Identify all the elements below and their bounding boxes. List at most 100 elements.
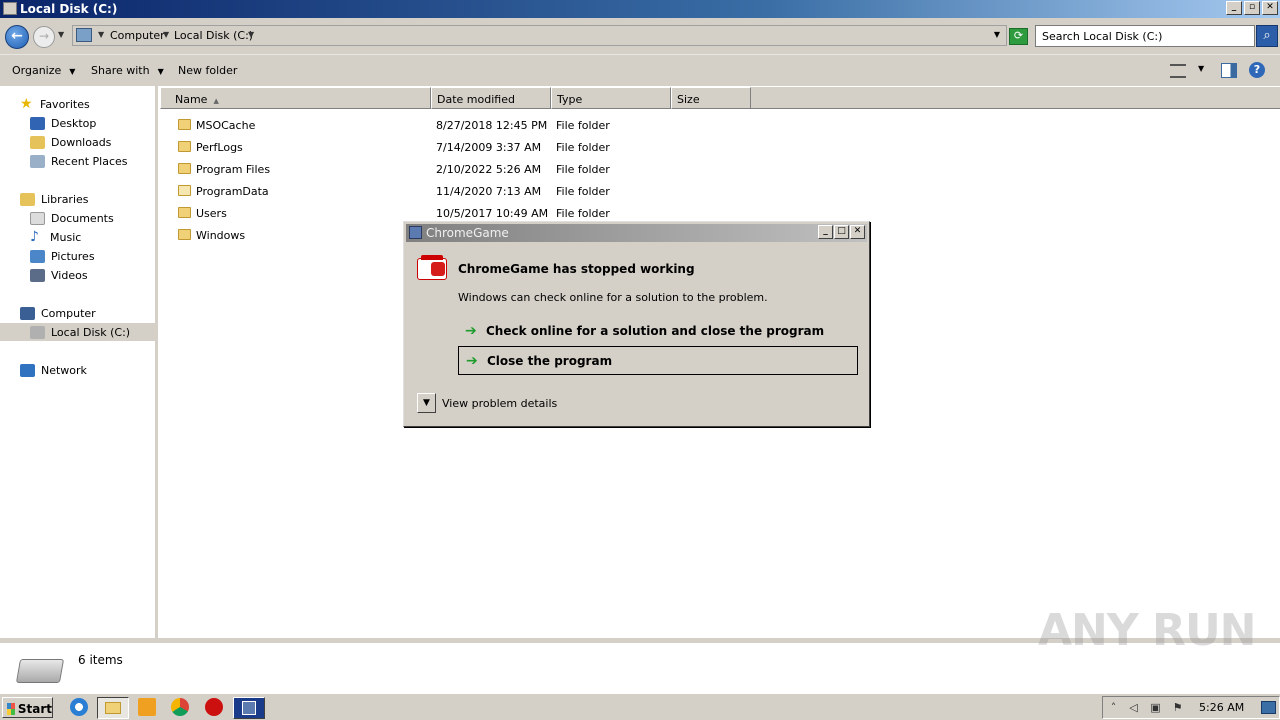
file-date: 10/5/2017 10:49 AM — [436, 207, 549, 220]
breadcrumb-computer[interactable]: Computer — [110, 29, 165, 42]
nav-videos[interactable]: Videos — [30, 266, 88, 284]
folder-icon — [178, 229, 191, 240]
file-name: PerfLogs — [196, 141, 243, 154]
error-dialog: ChromeGame _ □ ✕ ChromeGame has stopped … — [403, 221, 870, 427]
column-header-type[interactable]: Type — [551, 87, 671, 109]
start-button[interactable]: Start — [2, 697, 53, 718]
nav-network[interactable]: Network — [20, 361, 87, 379]
table-row[interactable]: ProgramData 11/4/2020 7:13 AM File folde… — [160, 181, 1280, 203]
chromegame-taskbar-button[interactable] — [233, 697, 265, 719]
view-details-label[interactable]: View problem details — [442, 397, 557, 410]
option-label: Check online for a solution and close th… — [486, 324, 825, 338]
view-dropdown[interactable]: ▼ — [1198, 64, 1204, 73]
folder-icon — [178, 163, 191, 174]
opera-icon[interactable] — [205, 698, 223, 716]
file-type: File folder — [556, 119, 610, 132]
nav-libraries[interactable]: Libraries — [20, 190, 89, 208]
refresh-icon[interactable]: ⟳ — [1009, 28, 1028, 45]
dialog-titlebar: ChromeGame _ □ ✕ — [406, 224, 867, 242]
nav-label: Local Disk (C:) — [51, 325, 131, 339]
address-history-dropdown[interactable]: ▼ — [994, 30, 1000, 39]
new-folder-button[interactable]: New folder — [178, 64, 237, 77]
close-button[interactable]: ✕ — [1262, 1, 1278, 15]
show-desktop-icon[interactable] — [1261, 701, 1276, 714]
computer-icon — [20, 306, 35, 320]
breadcrumb-local-disk[interactable]: Local Disk (C:) — [174, 29, 253, 42]
clock[interactable]: 5:26 AM — [1199, 701, 1244, 714]
table-row[interactable]: PerfLogs 7/14/2009 3:37 AM File folder — [160, 137, 1280, 159]
file-type: File folder — [556, 141, 610, 154]
item-count: 6 items — [78, 653, 123, 667]
column-header-date[interactable]: Date modified — [431, 87, 551, 109]
drive-icon — [3, 2, 17, 15]
file-name: MSOCache — [196, 119, 256, 132]
start-label: Start — [17, 702, 52, 716]
back-button[interactable]: ← — [5, 25, 29, 49]
column-header-name[interactable]: Name ▲ — [160, 87, 431, 109]
nav-label: Libraries — [41, 192, 89, 206]
file-name: Windows — [196, 229, 246, 242]
libraries-icon — [20, 192, 35, 206]
preview-pane-icon[interactable] — [1221, 63, 1237, 78]
volume-icon[interactable]: ◁ — [1127, 701, 1140, 714]
window-titlebar: Local Disk (C:) _ ▫ ✕ — [0, 0, 1280, 18]
column-header-size[interactable]: Size — [671, 87, 751, 109]
watermark-logo: ANY RUN — [1038, 605, 1256, 656]
search-input[interactable]: Search Local Disk (C:) — [1035, 25, 1255, 47]
minimize-button[interactable]: _ — [1226, 1, 1242, 15]
network-icon — [20, 363, 35, 377]
file-name: ProgramData — [196, 185, 269, 198]
nav-computer[interactable]: Computer — [20, 304, 96, 322]
file-type: File folder — [556, 207, 610, 220]
forward-button[interactable]: → — [33, 26, 55, 48]
table-row[interactable]: MSOCache 8/27/2018 12:45 PM File folder — [160, 115, 1280, 137]
action-center-icon[interactable]: ⚑ — [1171, 701, 1184, 714]
dialog-maximize-button[interactable]: □ — [834, 225, 849, 239]
nav-label: Recent Places — [51, 154, 128, 168]
dialog-close-button[interactable]: ✕ — [850, 225, 865, 239]
organize-button[interactable]: Organize ▼ — [12, 64, 75, 77]
media-player-icon[interactable] — [138, 698, 156, 716]
desktop-icon — [30, 116, 45, 130]
app-icon — [409, 226, 422, 239]
search-icon[interactable]: ⌕ — [1256, 25, 1278, 47]
network-icon[interactable]: ▣ — [1149, 701, 1162, 714]
nav-desktop[interactable]: Desktop — [30, 114, 96, 132]
nav-downloads[interactable]: Downloads — [30, 133, 111, 151]
help-icon[interactable]: ? — [1249, 62, 1265, 78]
dialog-minimize-button[interactable]: _ — [818, 225, 833, 239]
table-row[interactable]: Program Files 2/10/2022 5:26 AM File fol… — [160, 159, 1280, 181]
nav-documents[interactable]: Documents — [30, 209, 114, 227]
drive-icon — [15, 659, 65, 683]
internet-explorer-icon[interactable] — [70, 698, 88, 716]
file-type: File folder — [556, 163, 610, 176]
explorer-taskbar-button[interactable] — [97, 697, 129, 719]
nav-label: Network — [41, 363, 87, 377]
view-options-icon[interactable] — [1170, 64, 1186, 78]
restore-button[interactable]: ▫ — [1244, 1, 1260, 15]
expand-details-button[interactable]: ▼ — [417, 393, 436, 413]
nav-label: Pictures — [51, 249, 95, 263]
dialog-message: Windows can check online for a solution … — [458, 291, 768, 304]
window-title: Local Disk (C:) — [20, 2, 118, 16]
nav-label: Computer — [41, 306, 96, 320]
nav-recent-places[interactable]: Recent Places — [30, 152, 128, 170]
recent-pages-dropdown[interactable]: ▼ — [58, 30, 64, 39]
star-icon: ★ — [20, 95, 33, 112]
pictures-icon — [30, 249, 45, 263]
chrome-icon[interactable] — [171, 698, 189, 716]
show-hidden-icons-icon[interactable]: ˄ — [1107, 701, 1120, 714]
nav-favorites[interactable]: ★ Favorites — [20, 95, 90, 113]
nav-pictures[interactable]: Pictures — [30, 247, 95, 265]
chevron-down-icon[interactable]: ▼ — [163, 30, 169, 39]
nav-music[interactable]: ♪ Music — [30, 228, 81, 246]
nav-local-disk[interactable]: Local Disk (C:) — [30, 323, 130, 341]
share-with-button[interactable]: Share with ▼ — [91, 64, 164, 77]
organize-label: Organize — [12, 64, 62, 77]
address-bar[interactable]: ▼ Computer ▼ Local Disk (C:) ▼ ▼ — [72, 25, 1007, 46]
chevron-down-icon[interactable]: ▼ — [98, 30, 104, 39]
check-online-button[interactable]: ➔ Check online for a solution and close … — [458, 317, 858, 346]
file-date: 8/27/2018 12:45 PM — [436, 119, 548, 132]
close-program-button[interactable]: ➔ Close the program — [458, 346, 858, 375]
chevron-down-icon[interactable]: ▼ — [248, 30, 254, 39]
